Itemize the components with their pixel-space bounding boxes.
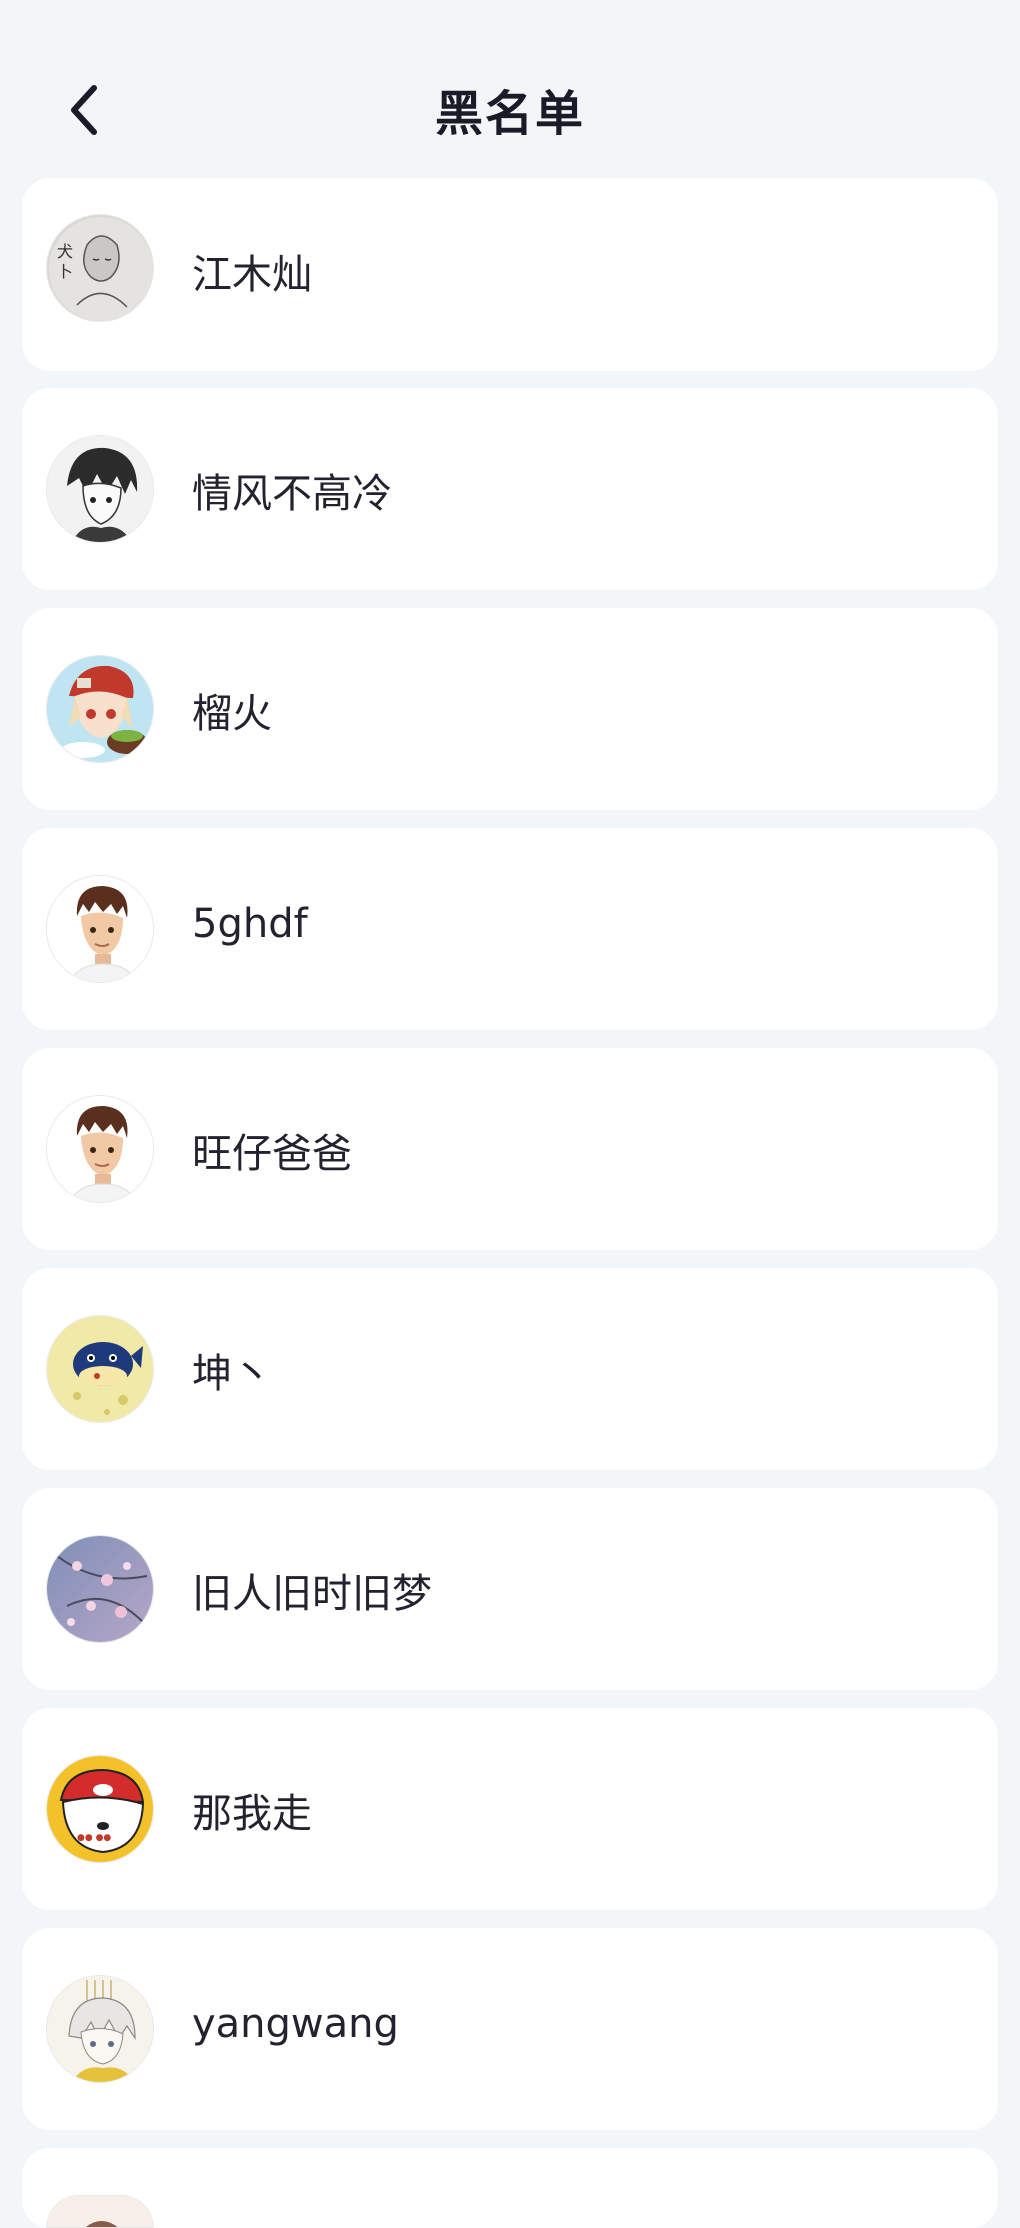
- avatar: [46, 875, 154, 983]
- user-name: 江木灿: [192, 252, 312, 298]
- user-name: yangwang: [192, 2001, 399, 2047]
- user-name: 那我走: [192, 1791, 312, 1837]
- list-item[interactable]: 坤丶: [22, 1268, 998, 1470]
- svg-text:卜: 卜: [57, 262, 73, 281]
- user-name: 情风不高冷: [192, 471, 392, 517]
- header: 黑名单: [0, 0, 1020, 178]
- list-item[interactable]: 榴火: [22, 608, 998, 810]
- user-name: 5ghdf: [192, 901, 308, 947]
- avatar: [46, 1535, 154, 1643]
- user-name: 旧人旧时旧梦: [192, 1571, 432, 1617]
- user-name: 坤丶: [192, 1351, 272, 1397]
- list-item[interactable]: 5ghdf: [22, 828, 998, 1030]
- avatar: ●● ●●: [46, 1755, 154, 1863]
- avatar: [46, 1975, 154, 2083]
- list-item[interactable]: [22, 2148, 998, 2228]
- avatar: [46, 1315, 154, 1423]
- page-title: 黑名单: [434, 86, 585, 142]
- user-name: 榴火: [192, 691, 272, 737]
- avatar: [46, 1095, 154, 1203]
- avatar: [46, 655, 154, 763]
- avatar: [46, 435, 154, 543]
- list-item[interactable]: ●● ●● 那我走: [22, 1708, 998, 1910]
- svg-text:●● ●●: ●● ●●: [77, 1833, 111, 1843]
- user-name: 旺仔爸爸: [192, 1131, 352, 1177]
- avatar: 犬 卜: [46, 214, 154, 322]
- list-item[interactable]: yangwang: [22, 1928, 998, 2130]
- list-item[interactable]: 旧人旧时旧梦: [22, 1488, 998, 1690]
- list-item[interactable]: 犬 卜 江木灿: [22, 178, 998, 371]
- svg-text:犬: 犬: [57, 242, 73, 261]
- list-item[interactable]: 情风不高冷: [22, 388, 998, 590]
- list-item[interactable]: 旺仔爸爸: [22, 1048, 998, 1250]
- avatar: [46, 2195, 154, 2228]
